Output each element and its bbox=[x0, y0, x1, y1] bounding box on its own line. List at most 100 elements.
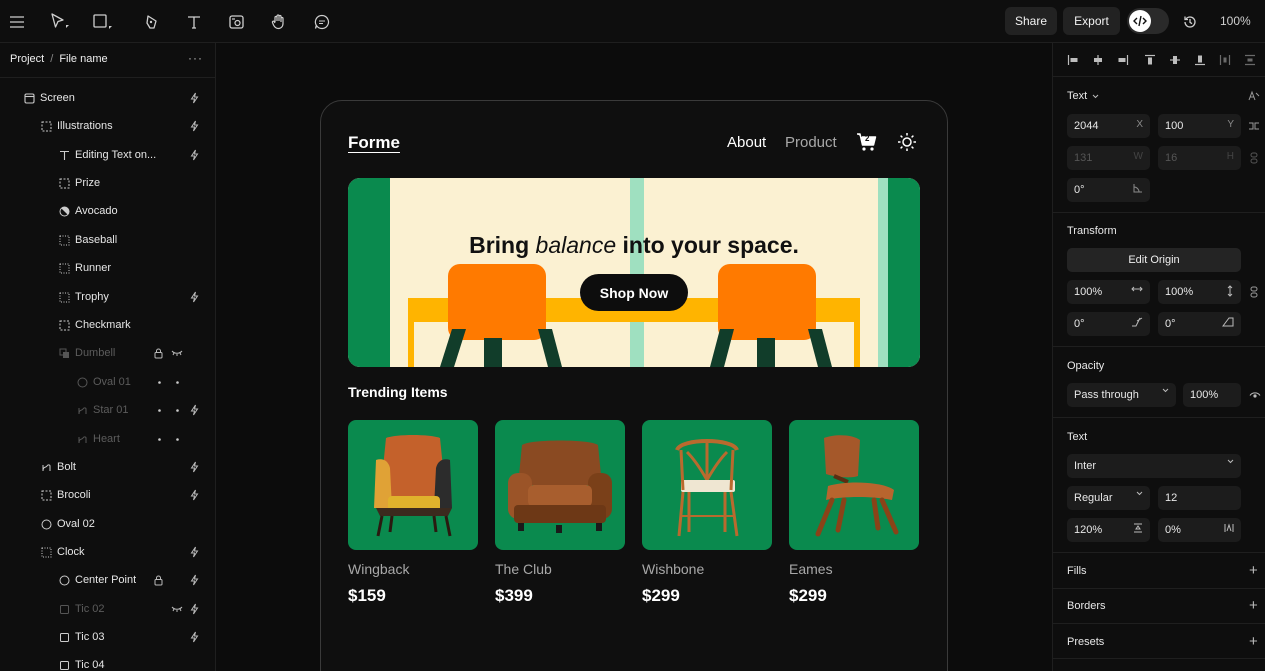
layer-star-01[interactable]: Star 01 bbox=[0, 399, 215, 421]
bolt-icon[interactable] bbox=[188, 91, 200, 105]
lock-icon[interactable] bbox=[152, 573, 164, 587]
layer-baseball[interactable]: Baseball bbox=[0, 229, 215, 251]
font-family-select[interactable]: Inter bbox=[1067, 454, 1241, 478]
layer-tic-02[interactable]: Tic 02 bbox=[0, 598, 215, 620]
layer-center-point[interactable]: Center Point bbox=[0, 569, 215, 591]
distribute-vertical-icon[interactable] bbox=[1243, 53, 1257, 67]
more-options-button[interactable]: ··· bbox=[188, 51, 203, 65]
layer-runner[interactable]: Runner bbox=[0, 257, 215, 279]
skew-x-input[interactable]: 0° bbox=[1067, 312, 1150, 336]
text-style-icon[interactable] bbox=[1247, 89, 1261, 103]
align-center-h-icon[interactable] bbox=[1091, 53, 1105, 67]
comment-icon[interactable] bbox=[308, 8, 336, 36]
layer-heart[interactable]: Heart bbox=[0, 428, 215, 450]
align-center-v-icon[interactable] bbox=[1168, 53, 1182, 67]
add-preset-button[interactable]: + bbox=[1249, 634, 1258, 649]
design-canvas[interactable]: Forme About Product 2 Bring balance into… bbox=[216, 43, 1052, 671]
hand-icon[interactable] bbox=[265, 8, 293, 36]
bolt-icon[interactable] bbox=[188, 545, 200, 559]
align-top-icon[interactable] bbox=[1143, 53, 1157, 67]
share-button[interactable]: Share bbox=[1005, 7, 1057, 35]
bolt-icon[interactable] bbox=[188, 488, 200, 502]
layer-tic-03[interactable]: Tic 03 bbox=[0, 626, 215, 648]
product-image[interactable] bbox=[495, 420, 625, 550]
code-view-toggle[interactable] bbox=[1127, 8, 1169, 34]
layer-editing-text[interactable]: Editing Text on... bbox=[0, 144, 215, 166]
constraints-icon[interactable] bbox=[1247, 119, 1261, 133]
layer-bolt[interactable]: Bolt bbox=[0, 456, 215, 478]
nav-product[interactable]: Product bbox=[785, 134, 837, 151]
eye-icon[interactable] bbox=[1248, 388, 1262, 402]
layer-trophy[interactable]: Trophy bbox=[0, 286, 215, 308]
rectangle-icon[interactable] bbox=[89, 8, 117, 36]
layer-dumbell[interactable]: Dumbell bbox=[0, 342, 215, 364]
bolt-icon[interactable] bbox=[188, 573, 200, 587]
layer-illustrations[interactable]: Illustrations bbox=[0, 115, 215, 137]
add-fill-button[interactable]: + bbox=[1249, 563, 1258, 578]
y-position-input[interactable]: 100 Y bbox=[1158, 114, 1241, 138]
theme-sun-icon[interactable] bbox=[897, 132, 917, 152]
lock-icon[interactable] bbox=[152, 346, 164, 360]
bolt-icon[interactable] bbox=[188, 119, 200, 133]
breadcrumb-project[interactable]: Project bbox=[10, 53, 44, 65]
width-input[interactable]: 131 W bbox=[1067, 146, 1150, 170]
add-border-button[interactable]: + bbox=[1249, 598, 1258, 613]
product-image[interactable] bbox=[642, 420, 772, 550]
hidden-eye-icon[interactable] bbox=[170, 346, 184, 360]
bolt-icon[interactable] bbox=[188, 460, 200, 474]
product-card-the-club[interactable]: The Club $399 bbox=[495, 420, 625, 606]
pen-icon[interactable] bbox=[138, 8, 166, 36]
scale-x-input[interactable]: 100% bbox=[1067, 280, 1150, 304]
product-image[interactable] bbox=[789, 420, 919, 550]
frame-add-icon[interactable] bbox=[223, 8, 251, 36]
font-size-input[interactable]: 12 bbox=[1158, 486, 1241, 510]
layer-clock[interactable]: Clock bbox=[0, 541, 215, 563]
hidden-eye-icon[interactable] bbox=[170, 602, 184, 616]
lock-ratio-icon[interactable] bbox=[1247, 151, 1261, 165]
product-card-wishbone[interactable]: Wishbone $299 bbox=[642, 420, 772, 606]
font-weight-select[interactable]: Regular bbox=[1067, 486, 1150, 510]
zoom-level[interactable]: 100% bbox=[1220, 14, 1251, 28]
align-left-icon[interactable] bbox=[1066, 53, 1080, 67]
line-height-input[interactable]: 120% bbox=[1067, 518, 1150, 542]
link-icon[interactable] bbox=[1247, 285, 1261, 299]
rotation-input[interactable]: 0° bbox=[1067, 178, 1150, 202]
skew-y-input[interactable]: 0° bbox=[1158, 312, 1241, 336]
breadcrumb-file[interactable]: File name bbox=[59, 53, 107, 65]
text-icon[interactable] bbox=[180, 8, 208, 36]
layer-tic-04[interactable]: Tic 04 bbox=[0, 654, 215, 671]
bolt-icon[interactable] bbox=[188, 630, 200, 644]
cart-icon[interactable]: 2 bbox=[856, 132, 878, 152]
x-position-input[interactable]: 2044 X bbox=[1067, 114, 1150, 138]
layer-screen[interactable]: Screen bbox=[0, 87, 215, 109]
layer-checkmark[interactable]: Checkmark bbox=[0, 314, 215, 336]
layer-prize[interactable]: Prize bbox=[0, 172, 215, 194]
bolt-icon[interactable] bbox=[188, 148, 200, 162]
opacity-input[interactable]: 100% bbox=[1183, 383, 1241, 407]
text-section-header[interactable]: Text bbox=[1067, 90, 1099, 102]
export-button[interactable]: Export bbox=[1063, 7, 1120, 35]
edit-origin-button[interactable]: Edit Origin bbox=[1067, 248, 1241, 272]
brand-logo[interactable]: Forme bbox=[348, 133, 400, 153]
bolt-icon[interactable] bbox=[188, 290, 200, 304]
blend-mode-select[interactable]: Pass through bbox=[1067, 383, 1176, 407]
layer-oval-01[interactable]: Oval 01 bbox=[0, 371, 215, 393]
scale-y-input[interactable]: 100% bbox=[1158, 280, 1241, 304]
bolt-icon[interactable] bbox=[188, 602, 200, 616]
product-card-wingback[interactable]: Wingback $159 bbox=[348, 420, 478, 606]
distribute-horizontal-icon[interactable] bbox=[1218, 53, 1232, 67]
align-bottom-icon[interactable] bbox=[1193, 53, 1207, 67]
nav-about[interactable]: About bbox=[727, 134, 766, 151]
layer-brocoli[interactable]: Brocoli bbox=[0, 484, 215, 506]
product-image[interactable] bbox=[348, 420, 478, 550]
layer-avocado[interactable]: Avocado bbox=[0, 200, 215, 222]
letter-spacing-input[interactable]: 0% bbox=[1158, 518, 1241, 542]
layer-oval-02[interactable]: Oval 02 bbox=[0, 513, 215, 535]
height-input[interactable]: 16 H bbox=[1158, 146, 1241, 170]
align-right-icon[interactable] bbox=[1116, 53, 1130, 67]
select-arrow-icon[interactable] bbox=[46, 8, 74, 36]
product-card-eames[interactable]: Eames $299 bbox=[789, 420, 919, 606]
shop-now-button[interactable]: Shop Now bbox=[580, 274, 688, 311]
history-icon[interactable] bbox=[1176, 8, 1204, 36]
menu-icon[interactable] bbox=[3, 8, 31, 36]
